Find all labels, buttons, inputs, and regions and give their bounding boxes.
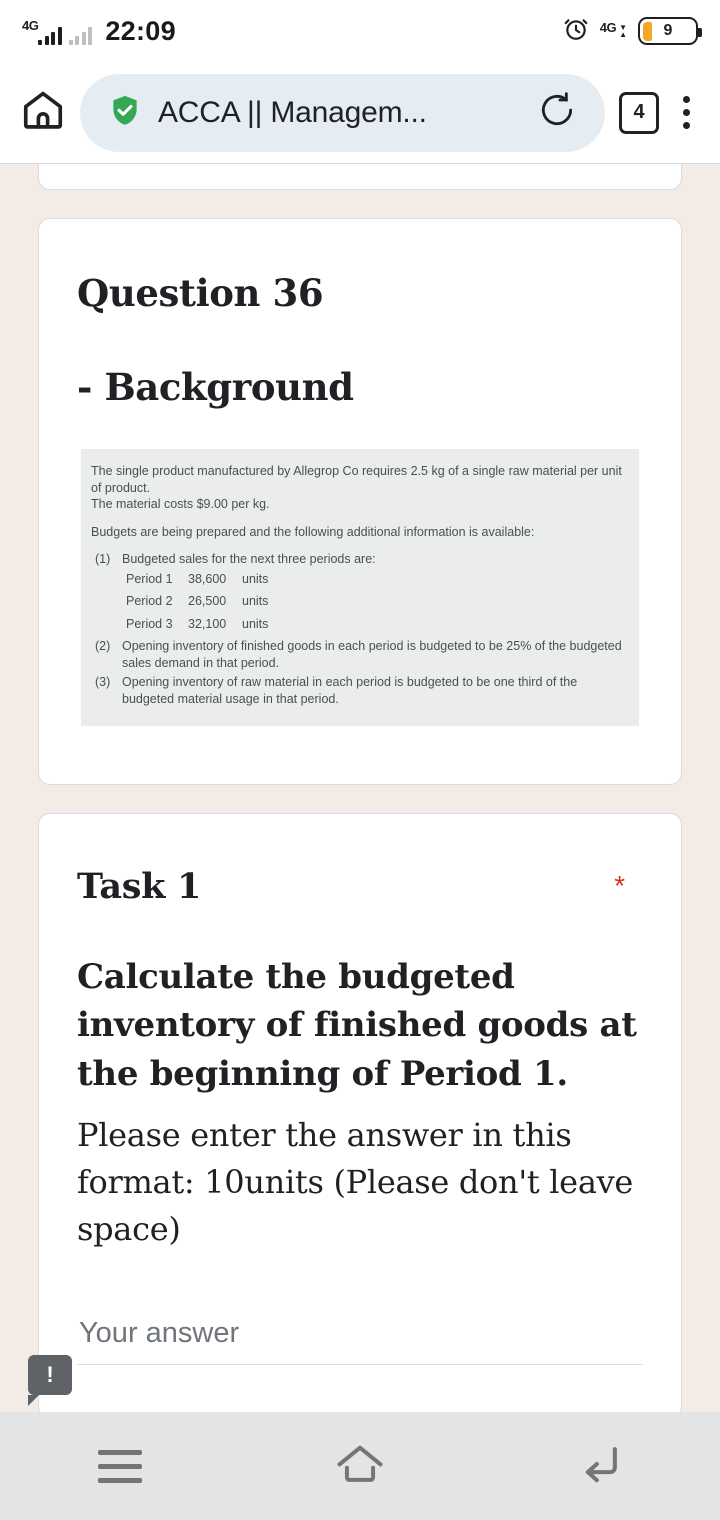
period-value: 26,500 [188, 594, 227, 608]
browser-toolbar: ACCA || Managem... 4 [0, 62, 720, 164]
home-outline-icon [332, 1436, 388, 1497]
task-card: Task 1 * Calculate the budgeted inventor… [38, 813, 682, 1412]
background-scenario-image: The single product manufactured by Alleg… [81, 449, 639, 726]
period-label: Period 1 [126, 571, 173, 586]
recents-button[interactable] [65, 1412, 175, 1520]
period-unit: units [242, 594, 269, 608]
background-heading: - Background [77, 365, 354, 409]
required-asterisk: * [614, 870, 625, 901]
scenario-item-text: Budgeted sales for the next three period… [122, 552, 376, 566]
signal-bars-icon [38, 25, 62, 45]
scenario-intro-line1: The single product manufactured by Alleg… [91, 464, 622, 495]
period-row: Period 3 32,100 units [95, 616, 629, 633]
hamburger-recents-icon [98, 1449, 142, 1483]
period-row: Period 2 26,500 units [95, 593, 629, 610]
scenario-item: (1) Budgeted sales for the next three pe… [95, 551, 629, 568]
tab-count-label: 4 [633, 101, 645, 123]
period-value: 32,100 [188, 616, 227, 631]
network-type-label: 4G [22, 17, 39, 33]
back-button[interactable] [545, 1412, 655, 1520]
back-arrow-icon [573, 1437, 627, 1496]
data-network-label: 4G [599, 19, 617, 35]
task-format-note: Please enter the answer in this format: … [77, 1115, 634, 1248]
page-title: ACCA || Managem... [158, 95, 427, 129]
signal-bars-secondary-icon [68, 25, 93, 45]
answer-input[interactable] [77, 1316, 643, 1365]
scenario-item: (3) Opening inventory of raw material in… [95, 674, 629, 707]
question-heading: Question 36 [77, 271, 324, 315]
previous-question-card-partial [38, 164, 682, 190]
tab-counter-button[interactable]: 4 [619, 91, 659, 134]
scenario-item: (2) Opening inventory of finished goods … [95, 638, 629, 671]
data-transfer-arrows-icon: ▼ ▲ [619, 23, 627, 39]
error-exclamation-label: ! [46, 1362, 54, 1387]
status-bar-left: 4G 22:09 [22, 15, 176, 46]
battery-percent-label: 9 [663, 22, 673, 39]
task-title: Task 1 [77, 866, 202, 907]
mobile-data-indicator: 4G ▼ ▲ [599, 19, 627, 39]
scenario-intro-line2: The material costs $9.00 per kg. [91, 497, 270, 511]
system-navigation-bar [0, 1412, 720, 1520]
scenario-item-text: Opening inventory of raw material in eac… [122, 675, 578, 706]
period-unit: units [242, 616, 269, 631]
scenario-intro-line3: Budgets are being prepared and the follo… [91, 524, 535, 539]
task-header: Task 1 * [77, 814, 643, 907]
period-label: Period 3 [126, 616, 173, 631]
period-row: Period 1 38,600 units [95, 571, 629, 588]
url-bar[interactable]: ACCA || Managem... [80, 73, 605, 152]
home-icon[interactable] [20, 87, 66, 138]
period-label: Period 2 [126, 594, 173, 608]
battery-icon: 9 [638, 17, 702, 45]
scenario-item-number: (1) [95, 552, 111, 566]
question-card: Question 36 - Background The single prod… [38, 218, 682, 785]
status-bar-right: 4G ▼ ▲ 9 [563, 16, 702, 47]
task-prompt: Calculate the budgeted inventory of fini… [77, 957, 637, 1094]
status-bar: 4G 22:09 4G ▼ ▲ 9 [0, 0, 720, 62]
scenario-item-text: Opening inventory of finished goods in e… [122, 639, 622, 670]
period-unit: units [242, 571, 269, 586]
scenario-item-list: (1) Budgeted sales for the next three pe… [91, 551, 629, 707]
answer-field-wrapper [77, 1253, 643, 1412]
shield-check-icon[interactable] [108, 93, 142, 132]
home-button[interactable] [305, 1412, 415, 1520]
alarm-clock-icon [563, 16, 589, 47]
phone-screen: 4G 22:09 4G ▼ ▲ 9 ACCA || Managem... 4 Q… [0, 0, 720, 1520]
form-content-scroll[interactable]: Question 36 - Background The single prod… [0, 164, 720, 1412]
scenario-item-number: (3) [95, 675, 111, 689]
scenario-item-number: (2) [95, 639, 111, 653]
status-bar-clock: 22:09 [105, 15, 176, 46]
period-value: 38,600 [188, 571, 227, 586]
reload-icon[interactable] [537, 90, 577, 135]
required-error-badge: ! [28, 1355, 72, 1406]
three-dot-menu-icon[interactable] [673, 90, 700, 135]
